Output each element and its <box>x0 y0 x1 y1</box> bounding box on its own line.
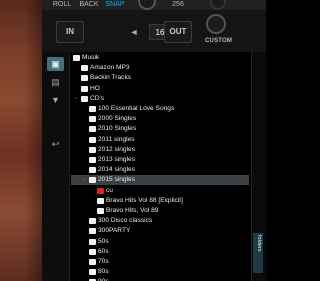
folder-icon <box>89 228 96 235</box>
tree-item-label: cu <box>106 186 113 194</box>
folder-icon <box>89 167 96 174</box>
tree-item[interactable]: Backin Tracks <box>71 73 249 83</box>
tree-item[interactable]: Bravo Hits, Vol 89 <box>71 206 249 216</box>
folder-icon <box>89 116 96 123</box>
tree-item-label: Amazon MP3 <box>90 64 130 72</box>
tree-item-label: 2012 singles <box>98 145 136 153</box>
tree-item-label: 50s <box>98 237 109 245</box>
deck-controls: ROLL BACK SNAP 256 IN ◄ 16 ► OUT <box>42 0 266 52</box>
collapse-icon[interactable]: − <box>74 94 78 104</box>
tree-item[interactable]: 100 Essential Love Songs <box>71 104 249 114</box>
tree-item-label: 300 Disco classics <box>98 217 153 225</box>
browser-side-panel: ▣ ▤ ▼ ↩ <box>42 52 70 281</box>
tree-item[interactable]: 2000 Singles <box>71 114 249 124</box>
tree-item-label: Backin Tracks <box>90 74 132 82</box>
loop-256-button[interactable]: 256 <box>170 0 186 10</box>
tree-item-label: HO <box>90 84 100 92</box>
folder-tree: −MusikAmazon MP3Backin TracksHO−CD's100 … <box>71 52 251 281</box>
tree-item-label: 2010 Singles <box>98 125 137 133</box>
history-icon[interactable]: ▤ <box>47 75 64 89</box>
tree-item[interactable]: 70s <box>71 257 249 267</box>
folder-icon <box>89 259 96 265</box>
folder-icon <box>81 75 88 82</box>
folders-icon[interactable]: ▣ <box>47 57 64 71</box>
folder-icon <box>89 126 96 133</box>
custom-knob-label: CUSTOM <box>205 38 233 44</box>
tree-item-label: 60s <box>98 247 109 255</box>
folders-tab-label: folders <box>256 235 262 252</box>
tree-item[interactable]: HO <box>71 84 249 94</box>
folder-icon <box>73 55 80 61</box>
tree-item-label: 2013 singles <box>98 156 136 163</box>
tree-item[interactable]: 50s <box>71 237 249 247</box>
folder-icon <box>89 248 96 255</box>
tree-item[interactable]: − 2015 singles <box>71 175 249 186</box>
tree-item[interactable]: 80s <box>71 267 249 277</box>
loop-out-button[interactable]: OUT <box>164 21 192 43</box>
tree-item-label: 100 Essential Love Songs <box>98 105 175 112</box>
tree-item[interactable]: cu <box>71 186 249 196</box>
tree-item[interactable]: 2011 singles <box>71 135 249 145</box>
tree-item[interactable]: Bravo Hits Vol 88 [Explicit] <box>71 196 249 206</box>
back-button[interactable]: BACK <box>78 0 100 10</box>
filter-icon[interactable]: ▼ <box>47 93 64 107</box>
tree-item-label: CD's <box>90 94 105 102</box>
tree-item[interactable]: Amazon MP3 <box>71 63 249 73</box>
back-icon[interactable]: ↩ <box>47 137 64 151</box>
folder-icon <box>89 218 96 225</box>
tree-item-label: 2015 singles <box>98 176 136 184</box>
tree-item[interactable]: 2010 Singles <box>71 124 249 134</box>
folder-icon <box>89 106 96 112</box>
tree-item[interactable]: 300PARTY <box>71 226 249 236</box>
tree-item-label: 2011 singles <box>98 135 135 143</box>
tree-item[interactable]: − CD's <box>71 94 249 104</box>
tree-item-label: 90s <box>98 277 109 281</box>
tree-item[interactable]: −Musik <box>71 53 249 63</box>
folder-icon <box>89 269 96 276</box>
tree-item-label: Bravo Hits Vol 88 [Explicit] <box>106 196 183 204</box>
roll-button[interactable]: ROLL <box>52 0 72 10</box>
album-art-photo <box>0 0 42 281</box>
tree-item[interactable]: 90s <box>71 277 249 281</box>
collapse-icon[interactable]: − <box>82 175 86 185</box>
custom-knob[interactable] <box>206 14 226 34</box>
folder-icon <box>89 146 96 153</box>
folder-icon <box>97 208 104 214</box>
folder-icon <box>81 95 88 102</box>
folder-icon <box>97 187 104 194</box>
folder-icon <box>89 177 96 184</box>
tree-item-label: 2014 singles <box>98 166 136 174</box>
folder-icon <box>97 197 104 204</box>
tree-item-label: 70s <box>98 258 109 265</box>
folder-icon <box>81 65 88 72</box>
snap-button[interactable]: SNAP <box>104 0 126 10</box>
tree-item[interactable]: 300 Disco classics <box>71 216 249 226</box>
folder-icon <box>89 157 96 163</box>
tree-item-label: Musik <box>82 54 100 61</box>
tree-item[interactable]: 2013 singles <box>71 155 249 165</box>
folder-icon <box>81 85 88 92</box>
tree-item[interactable]: 2012 singles <box>71 145 249 155</box>
tree-item[interactable]: 60s <box>71 247 249 257</box>
loop-in-button[interactable]: IN <box>56 21 84 43</box>
tree-item-label: 80s <box>98 268 109 276</box>
folders-tab[interactable]: folders <box>253 233 263 273</box>
tree-item-label: 300PARTY <box>98 227 131 235</box>
loop-decrease-icon[interactable]: ◄ <box>127 23 141 41</box>
tree-item-label: 2000 Singles <box>98 115 137 123</box>
tree-item[interactable]: 2014 singles <box>71 165 249 175</box>
tree-item-label: Bravo Hits, Vol 89 <box>106 207 159 214</box>
folder-icon <box>89 238 96 245</box>
folder-icon <box>89 136 96 143</box>
